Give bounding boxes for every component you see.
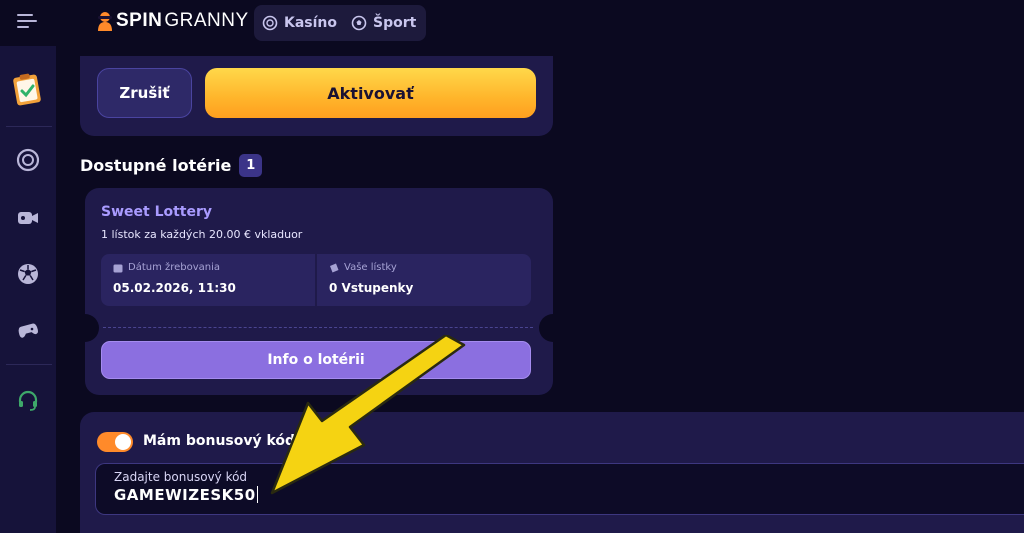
gamepad-icon[interactable]: [16, 318, 40, 342]
sidebar-divider: [6, 126, 52, 127]
bonus-code-value-wrap: GAMEWIZESK50: [114, 486, 258, 504]
logo-text-spin: SPIN: [116, 10, 163, 31]
live-video-icon[interactable]: [16, 206, 40, 230]
ticket-notch: [85, 314, 99, 342]
nav-tab-sport[interactable]: Šport: [351, 15, 416, 31]
draw-date-value: 05.02.2026, 11:30: [113, 281, 236, 295]
ticket-divider: [103, 327, 533, 328]
nav-tab-casino[interactable]: Kasíno: [262, 15, 337, 31]
draw-date-label: Dátum žrebovania: [128, 262, 221, 273]
toggle-knob: [115, 434, 131, 450]
lottery-description: 1 lístok za každých 20.00 € vkladuor: [101, 228, 303, 241]
draw-date-cell: Dátum žrebovania 05.02.2026, 11:30: [101, 254, 315, 306]
soccer-ball-icon[interactable]: [16, 262, 40, 286]
bonus-code-value: GAMEWIZESK50: [114, 486, 256, 504]
clipboard-checklist-icon[interactable]: [12, 72, 42, 106]
cancel-button[interactable]: Zrušiť: [97, 68, 192, 118]
lottery-info-box: Dátum žrebovania 05.02.2026, 11:30 Vaše …: [101, 254, 531, 306]
nav-tab-label: Kasíno: [284, 15, 338, 31]
bonus-code-input-label: Zadajte bonusový kód: [114, 470, 248, 484]
brand-logo[interactable]: SPIN GRANNY: [96, 8, 249, 34]
tickets-value: 0 Vstupenky: [329, 281, 414, 295]
soccer-ball-icon: [351, 15, 367, 31]
ticket-icon: [330, 263, 339, 272]
main-nav: Kasíno Šport: [254, 5, 426, 41]
tickets-cell: Vaše lístky 0 Vstupenky: [315, 254, 531, 306]
calendar-icon: [113, 264, 123, 272]
headset-support-icon[interactable]: [16, 388, 40, 412]
activate-button[interactable]: Aktivovať: [205, 68, 536, 118]
text-caret: [256, 486, 258, 503]
top-bar: SPIN GRANNY Kasíno Šport: [0, 0, 1024, 46]
bonus-code-toggle-label: Mám bonusový kód: [143, 433, 296, 449]
casino-chip-icon[interactable]: [16, 148, 40, 172]
lottery-info-button[interactable]: Info o lotérii: [101, 341, 531, 379]
casino-chip-icon: [262, 15, 278, 31]
lotteries-count-badge: 1: [239, 153, 263, 177]
lottery-card: Sweet Lottery 1 lístok za každých 20.00 …: [85, 188, 553, 395]
section-title: Dostupné lotérie: [80, 155, 232, 175]
logo-text-granny: GRANNY: [164, 10, 249, 31]
nav-tab-label: Šport: [373, 15, 417, 31]
bonus-code-input[interactable]: Zadajte bonusový kód GAMEWIZESK50: [95, 463, 1024, 515]
ticket-notch: [539, 314, 553, 342]
granny-logo-icon: [98, 12, 112, 31]
menu-icon[interactable]: [17, 14, 37, 30]
sidebar: [0, 46, 56, 533]
bonus-code-toggle[interactable]: [97, 432, 133, 452]
tickets-label: Vaše lístky: [344, 262, 397, 273]
lottery-name: Sweet Lottery: [101, 204, 213, 220]
sidebar-divider: [6, 364, 52, 365]
lotteries-heading: Dostupné lotérie 1: [80, 153, 263, 177]
